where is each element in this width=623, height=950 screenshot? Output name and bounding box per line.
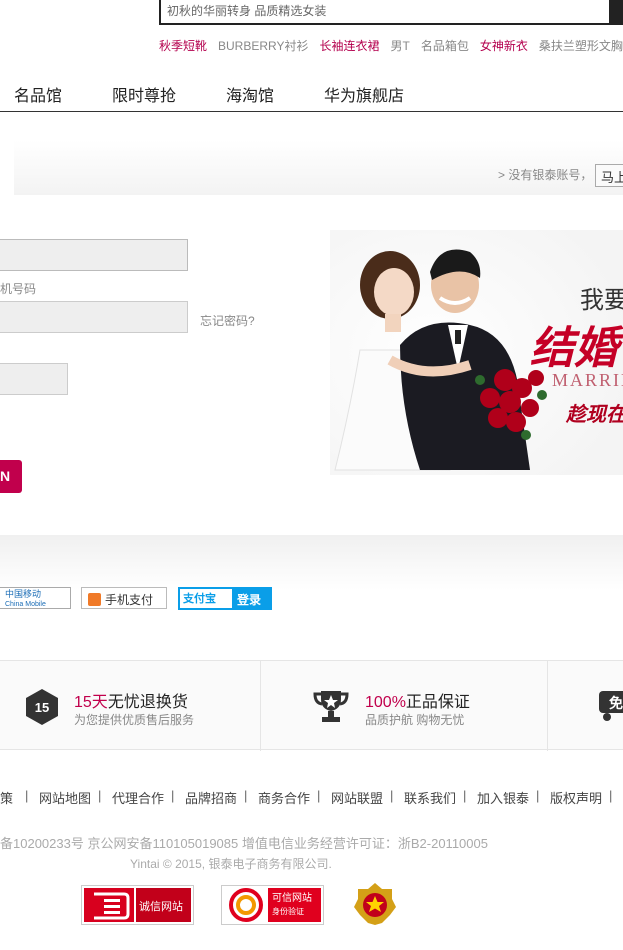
hot-words: 秋季短靴 BURBERRY衬衫 长袖连衣裙 男T 名品箱包 女神新衣 桑扶兰塑形文胸 bbox=[159, 37, 623, 53]
hot-word-link[interactable]: 男T bbox=[391, 39, 410, 53]
free-shipping-icon: 免 bbox=[599, 691, 623, 721]
nav-item-flash-sale[interactable]: 限时尊抢 bbox=[112, 82, 176, 106]
guarantee-divider bbox=[260, 661, 261, 751]
footer-separator: | bbox=[463, 788, 467, 803]
integrity-logo bbox=[84, 888, 134, 922]
hot-word-link[interactable]: BURBERRY衬衫 bbox=[218, 39, 308, 53]
login-footer-band bbox=[0, 535, 623, 590]
footer-separator: | bbox=[171, 788, 175, 803]
guarantee-divider bbox=[547, 661, 548, 751]
footer-separator: | bbox=[317, 788, 321, 803]
footer-link[interactable]: 品牌招商 bbox=[185, 788, 237, 807]
hot-word-link[interactable]: 桑扶兰塑形文胸 bbox=[539, 39, 623, 53]
search-input[interactable]: 初秋的华丽转身 品质精选女装 bbox=[167, 2, 326, 19]
china-mobile-name: 中国移动 bbox=[5, 589, 42, 599]
china-mobile-login-button[interactable]: 中国移动 China Mobile bbox=[0, 587, 71, 609]
register-prompt: > 没有银泰账号， bbox=[498, 168, 593, 182]
footer-link[interactable]: 版权声明 bbox=[550, 788, 602, 807]
footer-link[interactable]: 联系我们 bbox=[404, 788, 456, 807]
search-button[interactable] bbox=[609, 0, 623, 23]
register-button[interactable]: 马上注册 bbox=[595, 164, 623, 187]
guarantee-highlight: 100% bbox=[365, 694, 406, 711]
alipay-logo: 支付宝 bbox=[180, 589, 232, 608]
hot-word-link[interactable]: 长袖连衣裙 bbox=[319, 39, 379, 53]
footer-separator: | bbox=[609, 788, 613, 803]
password-input[interactable] bbox=[0, 301, 188, 333]
guarantee-title-text: 正品保证 bbox=[405, 694, 470, 711]
guarantee-subtitle: 为您提供优质售后服务 bbox=[74, 713, 195, 727]
footer-separator: | bbox=[25, 788, 29, 803]
footer-link[interactable]: 加入银泰 bbox=[477, 788, 529, 807]
footer-link[interactable]: 商务合作 bbox=[258, 788, 310, 807]
service-guarantees: 15 15天无忧退换货 为您提供优质售后服务 100%正品保证 品质护航 购物无… bbox=[0, 660, 623, 751]
china-mobile-name-en: China Mobile bbox=[5, 601, 46, 608]
trusted-site-logo-icon bbox=[229, 888, 263, 922]
alipay-login-button[interactable]: 支付宝 登录 bbox=[178, 587, 272, 610]
banner-married-text: MARRIED bbox=[552, 370, 623, 390]
guarantee-title-text: 无忧退换货 bbox=[107, 694, 188, 711]
hot-word-link[interactable]: 名品箱包 bbox=[421, 39, 469, 53]
hot-word-link[interactable]: 秋季短靴 bbox=[159, 39, 207, 53]
footer-separator: | bbox=[244, 788, 248, 803]
trophy-icon bbox=[313, 691, 349, 722]
return-15-days-icon: 15 bbox=[26, 689, 58, 725]
footer-separator: | bbox=[390, 788, 394, 803]
footer-link[interactable]: 网站联盟 bbox=[331, 788, 383, 807]
police-badge[interactable] bbox=[352, 883, 398, 925]
phone-pay-label: 手机支付 bbox=[105, 593, 154, 607]
trusted-site-badge[interactable]: 可信网站 身份验证 bbox=[221, 885, 324, 925]
trusted-site-label: 可信网站 身份验证 bbox=[268, 888, 321, 922]
footer-link[interactable]: 代理合作 bbox=[112, 788, 164, 807]
return-icon-text: 15 bbox=[35, 700, 49, 715]
alipay-login-label: 登录 bbox=[237, 593, 262, 607]
phone-pay-icon bbox=[88, 593, 101, 606]
integrity-label: 诚信网站 bbox=[136, 888, 191, 922]
nav-item-overseas[interactable]: 海淘馆 bbox=[226, 82, 274, 106]
wedding-banner: 我要 结婚 MARRIED 趁现在 bbox=[330, 230, 623, 475]
free-shipping-icon-text: 免 bbox=[609, 695, 623, 712]
banner-headline-1: 我要 bbox=[580, 286, 623, 314]
main-nav: 名品馆 限时尊抢 海淘馆 华为旗舰店 bbox=[0, 70, 623, 112]
username-input[interactable] bbox=[0, 239, 188, 271]
nav-item-brand-hall[interactable]: 名品馆 bbox=[14, 82, 62, 106]
guarantee-title: 15天无忧退换货 bbox=[74, 688, 188, 712]
license-info: 沪备10200233号 京公网安备110105019085 增值电信业务经营许可… bbox=[0, 836, 488, 851]
integrity-seal-icon bbox=[94, 892, 130, 920]
footer-link[interactable]: 政策 bbox=[0, 788, 13, 807]
footer-separator: | bbox=[536, 788, 540, 803]
trusted-site-title: 可信网站 bbox=[272, 893, 312, 904]
footer-separator: | bbox=[98, 788, 102, 803]
guarantee-highlight: 15天 bbox=[74, 694, 108, 711]
phone-pay-login-button[interactable]: 手机支付 bbox=[81, 587, 167, 609]
nav-item-huawei-store[interactable]: 华为旗舰店 bbox=[324, 82, 404, 106]
police-emblem-icon bbox=[354, 883, 396, 925]
trusted-site-subtitle: 身份验证 bbox=[272, 907, 304, 916]
guarantee-title: 100%正品保证 bbox=[365, 688, 470, 712]
captcha-input[interactable] bbox=[0, 363, 68, 395]
integrity-site-badge[interactable]: 诚信网站 bbox=[81, 885, 194, 925]
banner-headline-2: 结婚 bbox=[530, 323, 618, 374]
footer-link[interactable]: 网站地图 bbox=[39, 788, 91, 807]
hot-word-link[interactable]: 女神新衣 bbox=[480, 39, 528, 53]
search-box[interactable]: 初秋的华丽转身 品质精选女装 bbox=[159, 0, 623, 25]
username-hint: 机号码 bbox=[0, 282, 37, 296]
banner-headline-3: 趁现在 bbox=[566, 402, 623, 426]
copyright: Yintai © 2015, 银泰电子商务有限公司. bbox=[130, 857, 332, 871]
guarantee-subtitle: 品质护航 购物无忧 bbox=[365, 713, 465, 727]
forgot-password-link[interactable]: 忘记密码? bbox=[200, 312, 255, 329]
login-button[interactable]: N bbox=[0, 460, 22, 493]
